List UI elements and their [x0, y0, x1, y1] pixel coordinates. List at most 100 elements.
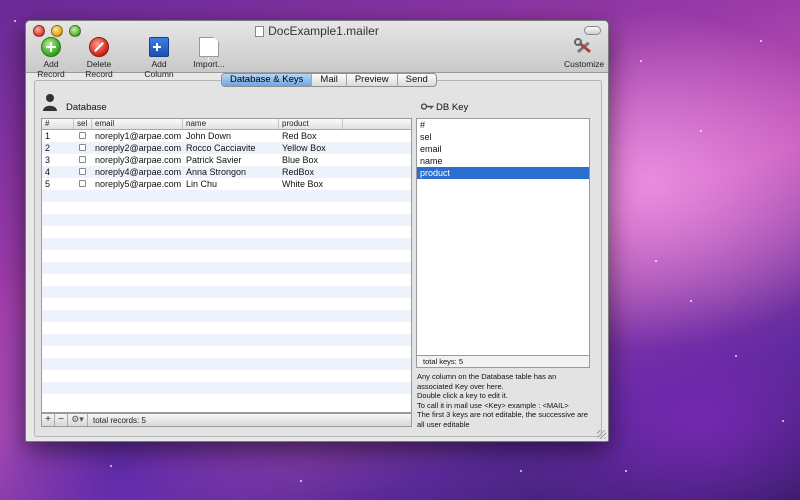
table-row[interactable]: 3 noreply3@arpae.com Patrick Savier Blue… — [42, 154, 411, 166]
delete-record-label: Delete Record — [85, 59, 113, 79]
gear-icon: ⚙▾ — [71, 414, 84, 424]
empty-table-row — [42, 382, 411, 394]
column-header-product[interactable]: product — [279, 119, 343, 129]
product-cell[interactable]: Red Box — [279, 130, 343, 142]
import-label: Import... — [193, 59, 225, 69]
email-cell[interactable]: noreply4@arpae.com — [92, 166, 183, 178]
delete-record-button[interactable]: Delete Record — [74, 37, 124, 79]
column-header-name[interactable]: name — [183, 119, 279, 129]
row-number: 4 — [45, 167, 51, 177]
row-select-checkbox[interactable] — [79, 168, 86, 175]
window-resize-grip[interactable] — [597, 430, 606, 439]
add-record-label: Add Record — [37, 59, 65, 79]
remove-row-button[interactable]: − — [55, 414, 68, 426]
db-key-label: DB Key — [436, 102, 469, 113]
row-select-checkbox-cell — [74, 142, 92, 154]
row-number: 1 — [45, 131, 51, 141]
add-column-label: Add Column — [144, 59, 174, 79]
delete-circle-icon — [89, 37, 109, 57]
total-keys-label: total keys: 5 — [416, 356, 590, 368]
name-cell[interactable]: Rocco Cacciavite — [183, 142, 279, 154]
table-header: # sel email name product — [42, 119, 411, 130]
document-icon — [255, 26, 265, 37]
empty-table-row — [42, 322, 411, 334]
tab-database-keys[interactable]: Database & Keys — [222, 74, 313, 86]
empty-table-row — [42, 298, 411, 310]
table-body: 1 noreply1@arpae.com John Down Red Box 2… — [42, 130, 411, 406]
name-cell[interactable]: Lin Chu — [183, 178, 279, 190]
empty-table-row — [42, 310, 411, 322]
document-icon — [199, 37, 219, 57]
row-select-checkbox[interactable] — [79, 144, 86, 151]
key-icon — [421, 103, 434, 110]
help-line: To call it in mail use <Key> example : <… — [417, 400, 569, 410]
row-select-checkbox[interactable] — [79, 156, 86, 163]
key-item-selected[interactable]: product — [417, 167, 589, 179]
empty-cell — [343, 166, 411, 178]
column-header-number[interactable]: # — [42, 119, 74, 129]
email-cell[interactable]: noreply3@arpae.com — [92, 154, 183, 166]
toolbar: DocExample1.mailer Add Record Delete Rec… — [26, 21, 608, 79]
empty-table-row — [42, 334, 411, 346]
empty-table-row — [42, 250, 411, 262]
name-cell[interactable]: John Down — [183, 130, 279, 142]
total-records-label: total records: 5 — [93, 415, 146, 425]
email-cell[interactable]: noreply2@arpae.com — [92, 142, 183, 154]
row-select-checkbox[interactable] — [79, 132, 86, 139]
column-header-sel[interactable]: sel — [74, 119, 92, 129]
plus-circle-icon — [41, 37, 61, 57]
db-key-list[interactable]: # sel email name product — [416, 118, 590, 356]
product-cell[interactable]: Yellow Box — [279, 142, 343, 154]
database-table[interactable]: # sel email name product 1 noreply1@arpa… — [41, 118, 412, 413]
product-cell[interactable]: White Box — [279, 178, 343, 190]
add-record-button[interactable]: Add Record — [31, 37, 71, 79]
table-row[interactable]: 4 noreply4@arpae.com Anna Strongon RedBo… — [42, 166, 411, 178]
key-item[interactable]: email — [417, 143, 589, 155]
empty-cell — [343, 154, 411, 166]
empty-cell — [343, 178, 411, 190]
table-row[interactable]: 1 noreply1@arpae.com John Down Red Box — [42, 130, 411, 142]
database-label: Database — [66, 102, 107, 113]
tab-preview[interactable]: Preview — [347, 74, 398, 86]
email-cell[interactable]: noreply1@arpae.com — [92, 130, 183, 142]
empty-table-row — [42, 394, 411, 406]
name-cell[interactable]: Anna Strongon — [183, 166, 279, 178]
row-select-checkbox-cell — [74, 178, 92, 190]
gear-menu-button[interactable]: ⚙▾ — [68, 414, 88, 426]
key-help-text: Any column on the Database table has an … — [417, 372, 593, 429]
empty-table-row — [42, 238, 411, 250]
person-icon — [43, 94, 57, 111]
tab-mail[interactable]: Mail — [312, 74, 347, 86]
tab-send[interactable]: Send — [398, 74, 436, 86]
help-line: Any column on the Database table has an … — [417, 372, 557, 391]
row-select-checkbox[interactable] — [79, 180, 86, 187]
key-item[interactable]: sel — [417, 131, 589, 143]
toolbar-toggle-button[interactable] — [584, 26, 601, 35]
key-item[interactable]: name — [417, 155, 589, 167]
table-row[interactable]: 5 noreply5@arpae.com Lin Chu White Box — [42, 178, 411, 190]
empty-rows — [42, 190, 411, 406]
import-button[interactable]: Import... — [192, 37, 226, 69]
add-row-button[interactable]: + — [42, 414, 55, 426]
column-header-empty — [343, 119, 411, 129]
row-select-checkbox-cell — [74, 130, 92, 142]
empty-table-row — [42, 262, 411, 274]
key-item[interactable]: # — [417, 119, 589, 131]
row-number: 3 — [45, 155, 51, 165]
product-cell[interactable]: Blue Box — [279, 154, 343, 166]
row-select-checkbox-cell — [74, 166, 92, 178]
empty-table-row — [42, 286, 411, 298]
add-column-button[interactable]: Add Column — [136, 37, 182, 79]
help-line: Double click a key to edit it. — [417, 391, 508, 400]
database-footer-bar: + − ⚙▾ total records: 5 — [41, 413, 412, 427]
customize-label: Customize — [564, 59, 605, 69]
app-window: DocExample1.mailer Add Record Delete Rec… — [25, 20, 609, 442]
email-cell[interactable]: noreply5@arpae.com — [92, 178, 183, 190]
window-title: DocExample1.mailer — [26, 24, 608, 38]
name-cell[interactable]: Patrick Savier — [183, 154, 279, 166]
customize-button[interactable]: Customize — [564, 37, 604, 69]
help-line: The first 3 keys are not editable, the s… — [417, 410, 588, 429]
table-row[interactable]: 2 noreply2@arpae.com Rocco Cacciavite Ye… — [42, 142, 411, 154]
column-header-email[interactable]: email — [92, 119, 183, 129]
product-cell[interactable]: RedBox — [279, 166, 343, 178]
